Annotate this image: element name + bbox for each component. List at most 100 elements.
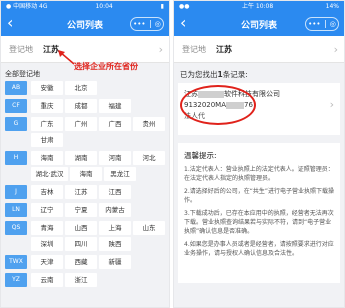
region-group: TWX 天津 西藏 新疆	[5, 255, 169, 271]
group-letter: AB	[5, 81, 27, 95]
city-option[interactable]: 海南	[31, 151, 63, 165]
city-list: 天津 西藏 新疆	[31, 255, 169, 271]
city-option[interactable]: 北京	[65, 81, 97, 95]
city-option[interactable]: 山东	[133, 221, 165, 235]
city-option[interactable]: 辽宁	[31, 203, 63, 217]
tip-item: 4.如果您是办事人员或者是经营者，请按照要求进行对应业务操作，请与授权人确认信息…	[184, 241, 334, 257]
city-list: 云南 浙江	[31, 273, 169, 289]
mini-program-capsule[interactable]: ••• ◎	[305, 17, 339, 31]
city-option[interactable]: 河北	[133, 151, 165, 165]
tip-item: 1.法定代表人：营业执照上的法定代表人。证照管理员：在法定代表人指定的执照管理员…	[184, 166, 334, 182]
region-group: H 海南 湖南 河南 河北 湖北·武汉 海南 黑龙江	[5, 151, 169, 183]
group-letter: J	[5, 185, 27, 199]
city-option[interactable]: 山西	[65, 221, 97, 235]
nav-bar: ‹ 公司列表 ••• ◎	[174, 12, 344, 36]
city-option[interactable]: 江西	[99, 185, 131, 199]
city-option[interactable]: 深圳	[31, 237, 63, 251]
city-option[interactable]: 内蒙古	[99, 203, 131, 217]
region-group: YZ 云南 浙江	[5, 273, 169, 289]
city-option[interactable]: 西藏	[65, 255, 97, 269]
region-group: G 广东 广州 广西 贵州甘肃	[5, 117, 169, 149]
city-option[interactable]: 重庆	[31, 99, 63, 113]
city-option[interactable]: 广东	[31, 117, 63, 131]
back-arrow-icon[interactable]: ‹	[7, 15, 13, 31]
highlight-circle	[180, 85, 256, 125]
city-option[interactable]: 宁夏	[65, 203, 97, 217]
city-option[interactable]: 云南	[31, 273, 63, 287]
city-option[interactable]: 成都	[65, 99, 97, 113]
tips-panel: 温馨提示: 1.法定代表人：营业执照上的法定代表人。证照管理员：在法定代表人指定…	[178, 143, 340, 283]
battery-icon: ▮	[160, 3, 164, 10]
city-option[interactable]: 广州	[65, 117, 97, 131]
city-option[interactable]: 海南	[70, 167, 102, 181]
right-phone-screen: ●● 上午 10:08 14% ‹ 公司列表 ••• ◎ 登记地 江苏 › 已为…	[173, 0, 345, 308]
region-label: 登记地	[182, 44, 206, 54]
group-letter: H	[5, 151, 27, 165]
city-option[interactable]: 四川	[65, 237, 97, 251]
city-option[interactable]: 湖北·武汉	[31, 167, 68, 181]
region-group: QS 青海 山西 上海 山东深圳 四川 陕西	[5, 221, 169, 253]
region-selector[interactable]: 登记地 江苏 ›	[174, 36, 344, 63]
city-list: 青海 山西 上海 山东深圳 四川 陕西	[31, 221, 169, 253]
annotation-text: 选择企业所在省份	[74, 62, 138, 71]
status-bar: ●● 上午 10:08 14%	[174, 1, 344, 12]
city-option[interactable]: 吉林	[31, 185, 63, 199]
status-bar: ● 中国移动 4G 10:04 ▮	[1, 1, 169, 12]
city-option[interactable]: 河南	[99, 151, 131, 165]
chevron-right-icon: ›	[329, 98, 334, 111]
city-option[interactable]: 安徽	[31, 81, 63, 95]
city-list: 辽宁 宁夏 内蒙古	[31, 203, 169, 219]
page-title: 公司列表	[240, 20, 277, 31]
city-option[interactable]: 甘肃	[31, 133, 63, 147]
tip-item: 3.下载成功后，已存在本应用中的执照，经营者无法再次下载。营业执照查询结果若与实…	[184, 210, 334, 235]
city-option[interactable]: 天津	[31, 255, 63, 269]
carrier-text: ● 中国移动 4G	[6, 3, 48, 10]
city-option[interactable]: 陕西	[99, 237, 131, 251]
more-icon[interactable]: •••	[308, 20, 320, 28]
group-letter: TWX	[5, 255, 27, 269]
group-letter: G	[5, 117, 27, 131]
results-prefix: 已为您找出	[180, 70, 218, 79]
city-option[interactable]: 青海	[31, 221, 63, 235]
group-letter: YZ	[5, 273, 27, 287]
mini-program-capsule[interactable]: ••• ◎	[130, 17, 164, 31]
close-target-icon[interactable]: ◎	[330, 20, 336, 28]
carrier-text: ●●	[179, 3, 190, 10]
company-result-card[interactable]: 江苏 软件科技有限公司 9132020MA 76 法人代 ›	[178, 83, 340, 135]
results-summary: 已为您找出1条记录:	[174, 63, 344, 83]
city-option[interactable]: 福建	[99, 99, 131, 113]
left-phone-screen: ● 中国移动 4G 10:04 ▮ ‹ 公司列表 ••• ◎ 登记地 江苏 › …	[0, 0, 170, 308]
region-groups: AB 安徽 北京 CF 重庆 成都 福建 G 广东 广州 广西 贵州 甘肃 H 海南 湖南 河南 河北 湖北·武汉海…	[1, 81, 169, 289]
region-value: 江苏	[216, 44, 232, 54]
group-letter: QS	[5, 221, 27, 235]
city-list: 吉林 江苏 江西	[31, 185, 169, 201]
time-text: 10:04	[95, 3, 113, 10]
group-letter: CF	[5, 99, 27, 113]
region-label: 登记地	[9, 44, 33, 54]
battery-icon: 14%	[325, 3, 339, 10]
city-option[interactable]: 江苏	[65, 185, 97, 199]
city-option[interactable]: 广西	[99, 117, 131, 131]
city-list: 安徽 北京	[31, 81, 169, 97]
results-suffix: 条记录:	[222, 70, 248, 79]
close-target-icon[interactable]: ◎	[155, 20, 161, 28]
city-option[interactable]: 浙江	[65, 273, 97, 287]
back-arrow-icon[interactable]: ‹	[180, 15, 186, 31]
city-option[interactable]: 贵州	[133, 117, 165, 131]
city-option[interactable]: 新疆	[99, 255, 131, 269]
region-group: CF 重庆 成都 福建	[5, 99, 169, 115]
region-group: LN 辽宁 宁夏 内蒙古	[5, 203, 169, 219]
nav-bar: ‹ 公司列表 ••• ◎	[1, 12, 169, 36]
group-letter: LN	[5, 203, 27, 217]
region-group: AB 安徽 北京	[5, 81, 169, 97]
city-option[interactable]: 黑龙江	[104, 167, 136, 181]
time-text: 上午 10:08	[241, 3, 274, 10]
chevron-right-icon: ›	[333, 42, 338, 56]
region-selector[interactable]: 登记地 江苏 ›	[1, 36, 169, 63]
region-group: J 吉林 江苏 江西	[5, 185, 169, 201]
more-icon[interactable]: •••	[133, 20, 145, 28]
city-list: 海南 湖南 河南 河北 湖北·武汉 海南 黑龙江	[31, 151, 169, 183]
city-option[interactable]: 湖南	[65, 151, 97, 165]
city-option[interactable]: 上海	[99, 221, 131, 235]
tips-title: 温馨提示:	[184, 151, 217, 160]
